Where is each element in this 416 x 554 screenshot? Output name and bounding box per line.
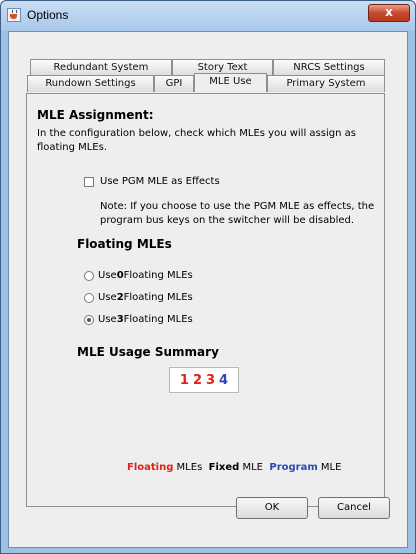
mle-use-panel: MLE Assignment: In the configuration bel… [26,93,385,507]
legend-floating-word: Floating [127,462,174,473]
close-icon: x [385,5,393,19]
close-button[interactable]: x [368,4,410,22]
mle-number-1: 1 [179,372,189,388]
pgm-mle-effects-checkbox[interactable] [84,176,94,187]
floating-mles-heading: Floating MLEs [77,237,172,251]
java-app-icon [7,8,21,22]
tab-primary-system[interactable]: Primary System [267,75,385,92]
tab-nrcs-settings[interactable]: NRCS Settings [273,59,385,76]
mle-number-3: 3 [206,372,216,388]
window-title: Options [27,8,69,22]
tab-redundant-system[interactable]: Redundant System [30,59,172,76]
pgm-mle-note: Note: If you choose to use the PGM MLE a… [100,201,375,226]
ok-button[interactable]: OK [236,497,308,519]
legend-fixed-word: Fixed [208,462,240,473]
tab-mle-use[interactable]: MLE Use [194,73,267,92]
tab-rundown-settings[interactable]: Rundown Settings [27,75,154,92]
tab-gpi[interactable]: GPI [154,75,194,92]
options-window: Options x Redundant System Story Text NR… [0,0,416,554]
title-bar[interactable]: Options x [1,1,415,31]
radio-button[interactable] [84,270,94,281]
mle-usage-summary-heading: MLE Usage Summary [77,345,219,359]
radio-button-selected[interactable] [84,314,94,325]
radio-use-2-floating[interactable]: Use 2 Floating MLEs [84,292,193,303]
radio-button[interactable] [84,292,94,303]
mle-number-4: 4 [219,372,229,388]
pgm-mle-effects-row[interactable]: Use PGM MLE as Effects [84,176,220,187]
radio-use-3-floating[interactable]: Use 3 Floating MLEs [84,314,193,325]
mle-assignment-intro: In the configuration below, check which … [37,128,356,153]
mle-assignment-heading: MLE Assignment: [37,108,154,122]
cancel-button[interactable]: Cancel [318,497,390,519]
pgm-mle-effects-label: Use PGM MLE as Effects [100,176,220,187]
mle-number-2: 2 [192,372,202,388]
mle-usage-summary-box: 1 2 3 4 [169,367,239,393]
radio-use-0-floating[interactable]: Use 0 Floating MLEs [84,270,193,281]
mle-legend: Floating MLEs Fixed MLE Program MLE [127,462,342,473]
legend-program-word: Program [269,462,318,473]
